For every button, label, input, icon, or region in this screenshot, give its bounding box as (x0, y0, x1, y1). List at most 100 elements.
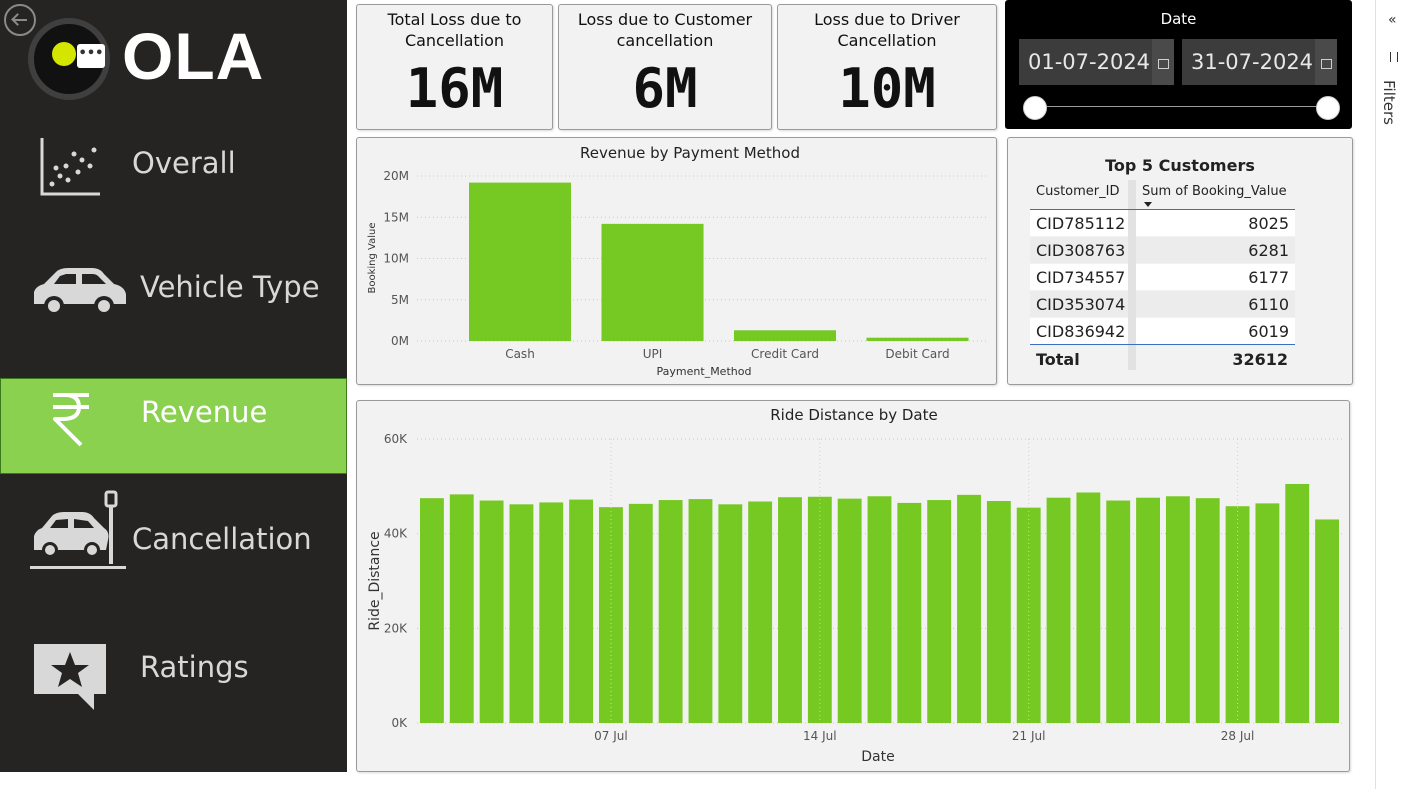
more-options-button[interactable]: ••• (77, 44, 105, 68)
x-tick-label: 28 Jul (1221, 729, 1255, 743)
bar (628, 503, 653, 723)
rupee-icon (53, 393, 89, 447)
y-tick-label: 20M (383, 169, 409, 183)
nav-item-vehicle-type[interactable]: Vehicle Type (0, 242, 347, 338)
column-separator (1128, 210, 1136, 344)
y-tick-label: 5M (391, 293, 409, 307)
end-date-input[interactable]: 31-07-2024 (1182, 39, 1337, 85)
nav-label-vehicle-type: Vehicle Type (140, 270, 320, 304)
column-header-customer-id[interactable]: Customer_ID (1036, 184, 1120, 199)
nav-item-overall[interactable]: Overall (0, 118, 347, 214)
bar (718, 504, 743, 723)
top-customers-card: Top 5 Customers Customer_ID Sum of Booki… (1007, 137, 1353, 385)
date-slicer-title: Date (1160, 10, 1197, 28)
bar (1165, 496, 1190, 723)
end-date-value: 31-07-2024 (1191, 50, 1314, 74)
ride-distance-chart-card: Ride Distance by Date 0K 20K 40K 60K 07 Jul 14… (356, 400, 1350, 772)
bar (688, 499, 713, 723)
x-tick-label: 21 Jul (1012, 729, 1046, 743)
car-icon (34, 268, 126, 316)
nav-label-overall: Overall (132, 146, 236, 180)
bar (807, 496, 832, 723)
car-crash-icon (30, 490, 126, 569)
y-tick-label: 20K (384, 621, 408, 635)
nav-item-revenue[interactable]: Revenue (0, 378, 347, 474)
bar (509, 504, 534, 723)
date-range-end-handle[interactable] (1316, 96, 1340, 120)
table-row[interactable]: CID785112 8025 (1030, 210, 1295, 236)
total-label: Total (1036, 350, 1080, 369)
x-tick-label: UPI (643, 347, 663, 361)
customer-id-cell: CID785112 (1036, 214, 1126, 233)
table-row[interactable]: CID308763 6281 (1030, 237, 1295, 263)
booking-value-cell: 6110 (1248, 295, 1289, 314)
ride-distance-chart: Ride Distance by Date 0K 20K 40K 60K 07 Jul 14… (367, 406, 1342, 765)
ola-logo-dot (52, 42, 76, 66)
bar (419, 498, 444, 723)
bar (1315, 519, 1340, 723)
y-tick-label: 0M (391, 334, 409, 348)
bar (479, 500, 504, 723)
kpi-value: 16M (405, 57, 504, 120)
date-slicer: Date 01-07-2024 31-07-2024 (1005, 0, 1352, 129)
bar (986, 501, 1011, 723)
bar (1255, 503, 1280, 723)
calendar-icon[interactable] (1315, 39, 1337, 85)
bar (601, 223, 704, 341)
kpi-value: 6M (632, 57, 698, 120)
nav-item-cancellation[interactable]: Cancellation (0, 486, 347, 582)
y-tick-label: 10M (383, 252, 409, 266)
bar (449, 494, 474, 723)
chart-title: Ride Distance by Date (770, 406, 937, 424)
bar (1046, 497, 1071, 723)
booking-value-cell: 6019 (1248, 322, 1289, 341)
star-speech-bubble-icon (34, 644, 106, 710)
total-value: 32612 (1232, 350, 1288, 369)
y-tick-label: 0K (391, 716, 408, 730)
back-arrow-icon[interactable] (4, 4, 36, 36)
table-row[interactable]: CID836942 6019 (1030, 318, 1295, 344)
bar (734, 330, 837, 341)
filters-label[interactable]: Filters (1380, 80, 1398, 125)
booking-value-cell: 6281 (1248, 241, 1289, 260)
bar (1076, 492, 1101, 723)
bar (469, 182, 572, 341)
bar (658, 500, 683, 723)
bar (1285, 483, 1310, 723)
calendar-icon[interactable] (1152, 39, 1174, 85)
bar (748, 501, 773, 723)
sidebar: ••• OLA Overall Vehicle Type Revenue Can… (0, 0, 347, 772)
table-row[interactable]: CID734557 6177 (1030, 264, 1295, 290)
bar (867, 496, 892, 723)
bar (1106, 500, 1131, 723)
bar (927, 500, 952, 723)
date-range-start-handle[interactable] (1023, 96, 1047, 120)
y-tick-label: 40K (384, 527, 408, 541)
booking-value-cell: 8025 (1248, 214, 1289, 233)
nav-label-ratings: Ratings (140, 650, 249, 684)
x-axis-label: Date (861, 749, 894, 765)
bar (539, 502, 564, 723)
bar (866, 337, 969, 341)
sort-desc-icon[interactable] (1144, 202, 1152, 207)
total-line (1030, 344, 1295, 345)
nav-item-ratings[interactable]: Ratings (0, 618, 347, 714)
start-date-value: 01-07-2024 (1028, 50, 1151, 74)
bar (837, 498, 862, 723)
kpi-card-customer-loss: Loss due to Customer cancellation 6M (558, 4, 772, 130)
y-axis-label: Booking Value (367, 223, 378, 294)
kpi-value: 10M (838, 57, 936, 120)
ola-logo-text: OLA (122, 19, 265, 93)
column-header-booking-value[interactable]: Sum of Booking_Value (1142, 184, 1287, 199)
chart-title: Revenue by Payment Method (580, 144, 800, 162)
start-date-input[interactable]: 01-07-2024 (1019, 39, 1174, 85)
revenue-by-payment-chart-card: Revenue by Payment Method 0M 5M 10M 15M 20M Ca… (356, 137, 997, 385)
table-row[interactable]: CID353074 6110 (1030, 291, 1295, 317)
collapse-chevron-icon[interactable]: « (1388, 12, 1397, 28)
booking-value-cell: 6177 (1248, 268, 1289, 287)
nav-label-revenue: Revenue (141, 395, 268, 429)
kpi-title: Loss due to Customer cancellation (577, 10, 753, 50)
customer-id-cell: CID734557 (1036, 268, 1126, 287)
customer-id-cell: CID836942 (1036, 322, 1126, 341)
dashboard: ••• OLA Overall Vehicle Type Revenue Can… (0, 0, 1415, 789)
